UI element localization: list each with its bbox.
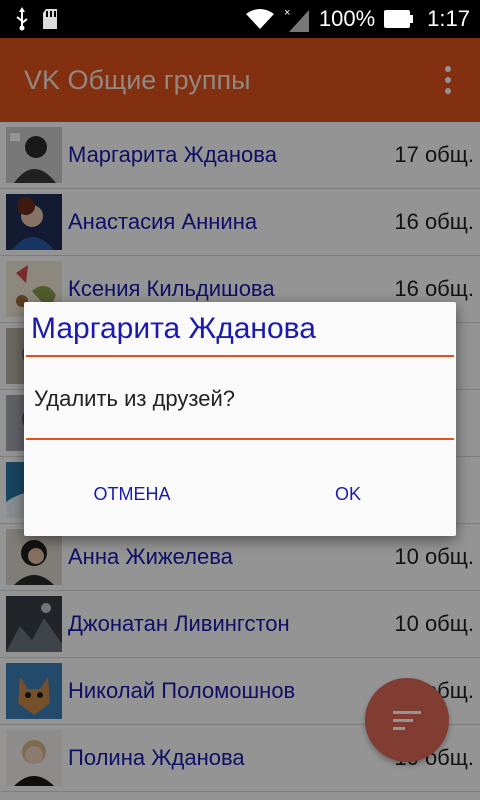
dialog-message: Удалить из друзей?: [34, 386, 236, 411]
svg-text:×: ×: [284, 7, 290, 19]
battery-percent: 100%: [318, 6, 376, 31]
clock: 1:17: [427, 6, 470, 31]
status-bar: × 100% 1:17: [0, 0, 480, 38]
ok-button[interactable]: OK: [308, 474, 388, 514]
usb-icon: [16, 7, 28, 31]
dialog-title-divider: [26, 355, 454, 357]
dialog-title: Маргарита Жданова: [31, 312, 316, 345]
confirm-dialog: Маргарита Жданова Удалить из друзей? ОТМ…: [24, 302, 456, 536]
sd-card-icon: [43, 9, 57, 29]
no-signal-icon: ×: [284, 7, 309, 32]
wifi-icon: [245, 9, 274, 29]
cancel-button[interactable]: ОТМЕНА: [72, 474, 192, 514]
battery-icon: [384, 10, 414, 28]
dialog-message-divider: [26, 438, 454, 440]
